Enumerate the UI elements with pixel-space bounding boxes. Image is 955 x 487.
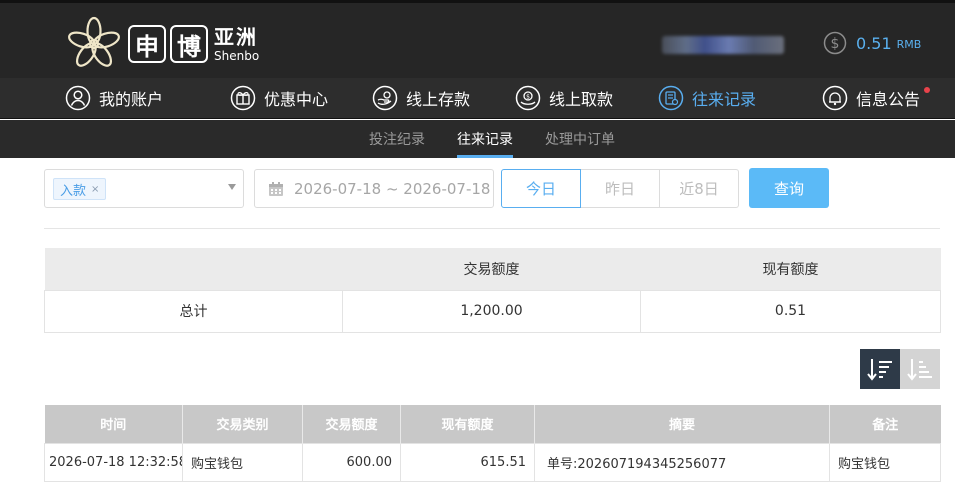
- range-last8days-button[interactable]: 近8日: [659, 169, 739, 208]
- notification-dot: [924, 87, 931, 93]
- gift-icon: [230, 85, 256, 111]
- records-table: 时间 交易类别 交易额度 现有额度 摘要 备注 2026-07-18 12:32…: [44, 405, 941, 482]
- summary-table: 交易额度 现有额度 总计 1,200.00 0.51: [44, 248, 941, 333]
- column-header-type[interactable]: 交易类别: [182, 405, 303, 443]
- subtab-transaction-records[interactable]: 往来记录: [457, 129, 513, 149]
- table-row[interactable]: 2026-07-18 12:32:58 购宝钱包 600.00 615.51 单…: [44, 442, 941, 482]
- chevron-down-icon: [228, 184, 236, 190]
- column-header-amount[interactable]: 交易额度: [302, 405, 401, 443]
- cell-summary: 单号:202607194345256077: [534, 442, 830, 482]
- dollar-icon: $: [823, 31, 847, 55]
- nav-records[interactable]: 往来记录: [658, 83, 756, 113]
- cell-type: 购宝钱包: [182, 442, 303, 482]
- summary-header-cell: 交易额度: [342, 248, 641, 290]
- summary-total-row: 总计 1,200.00 0.51: [44, 289, 941, 333]
- balance-currency: RMB: [896, 38, 922, 51]
- cell-remark: 购宝钱包: [829, 442, 941, 482]
- summary-cell: 总计: [44, 289, 343, 333]
- sub-nav: 投注纪录 往来记录 处理中订单: [0, 120, 955, 158]
- withdraw-icon: $: [515, 85, 541, 111]
- summary-header-cell: [44, 248, 343, 290]
- subtab-pending-orders[interactable]: 处理中订单: [545, 129, 615, 149]
- summary-header-row: 交易额度 现有额度: [44, 248, 941, 290]
- column-header-remark[interactable]: 备注: [829, 405, 941, 443]
- logo-char-2: 博: [170, 25, 208, 63]
- nav-label: 优惠中心: [264, 90, 329, 109]
- sort-ascending-button[interactable]: [900, 349, 940, 389]
- username-redacted: [662, 36, 784, 54]
- date-range-text: 2026-07-18 ~ 2026-07-18: [294, 179, 491, 198]
- lotus-logo-icon: [68, 16, 120, 67]
- records-header-row: 时间 交易类别 交易额度 现有额度 摘要 备注: [44, 405, 941, 443]
- cell-balance: 615.51: [400, 442, 535, 482]
- bell-icon: [822, 85, 848, 111]
- summary-header-cell: 现有额度: [640, 248, 941, 290]
- sort-descending-icon: [867, 359, 892, 381]
- subtab-bet-records[interactable]: 投注纪录: [369, 129, 425, 149]
- column-header-time[interactable]: 时间: [44, 405, 183, 443]
- balance-amount: 0.51: [856, 33, 892, 53]
- tag-remove-icon[interactable]: ×: [91, 184, 99, 195]
- date-range-picker[interactable]: 2026-07-18 ~ 2026-07-18: [254, 169, 494, 208]
- logo-cn: 亚洲: [214, 24, 258, 49]
- top-header: 申 博 亚洲 Shenbo $ 0.51 RMB: [0, 0, 955, 78]
- logo-char-1: 申: [128, 25, 166, 63]
- svg-text:$: $: [831, 36, 840, 52]
- nav-withdraw[interactable]: $ 线上取款: [515, 83, 613, 113]
- nav-label: 信息公告: [856, 90, 921, 109]
- deposit-icon: [372, 85, 398, 111]
- nav-label: 往来记录: [692, 90, 757, 109]
- query-button[interactable]: 查询: [749, 168, 829, 208]
- selected-type-tag: 入款 ×: [53, 178, 107, 200]
- nav-label: 线上取款: [549, 90, 614, 109]
- main-nav: 我的账户 优惠中心 线上存款 $ 线上取款 往来记录 信息公告: [0, 78, 955, 119]
- range-yesterday-button[interactable]: 昨日: [580, 169, 660, 208]
- logo-en: Shenbo: [214, 48, 260, 63]
- column-header-summary[interactable]: 摘要: [534, 405, 830, 443]
- tag-label: 入款: [60, 183, 87, 199]
- range-today-button[interactable]: 今日: [501, 169, 581, 208]
- sort-descending-button[interactable]: [860, 349, 900, 389]
- brand-logo[interactable]: 申 博 亚洲 Shenbo: [64, 13, 259, 75]
- sort-ascending-icon: [907, 359, 932, 381]
- records-icon: [658, 85, 684, 111]
- nav-deposit[interactable]: 线上存款: [372, 83, 470, 113]
- divider: [44, 228, 940, 229]
- transaction-type-select[interactable]: 入款 ×: [44, 169, 244, 208]
- cell-time: 2026-07-18 12:32:58: [44, 442, 183, 482]
- logo-text: 亚洲 Shenbo: [214, 27, 259, 62]
- nav-announcements[interactable]: 信息公告: [822, 83, 931, 113]
- nav-label: 线上存款: [406, 90, 471, 109]
- summary-cell: 0.51: [640, 289, 941, 333]
- nav-my-account[interactable]: 我的账户: [65, 83, 163, 113]
- nav-label: 我的账户: [99, 90, 164, 109]
- nav-promotions[interactable]: 优惠中心: [230, 83, 328, 113]
- user-icon: [65, 85, 91, 111]
- svg-text:$: $: [526, 94, 530, 101]
- balance-display: $ 0.51 RMB: [823, 31, 921, 55]
- calendar-icon: [269, 181, 283, 196]
- column-header-balance[interactable]: 现有额度: [400, 405, 535, 443]
- summary-cell: 1,200.00: [342, 289, 641, 333]
- active-tab-underline: [457, 155, 513, 158]
- cell-amount: 600.00: [302, 442, 401, 482]
